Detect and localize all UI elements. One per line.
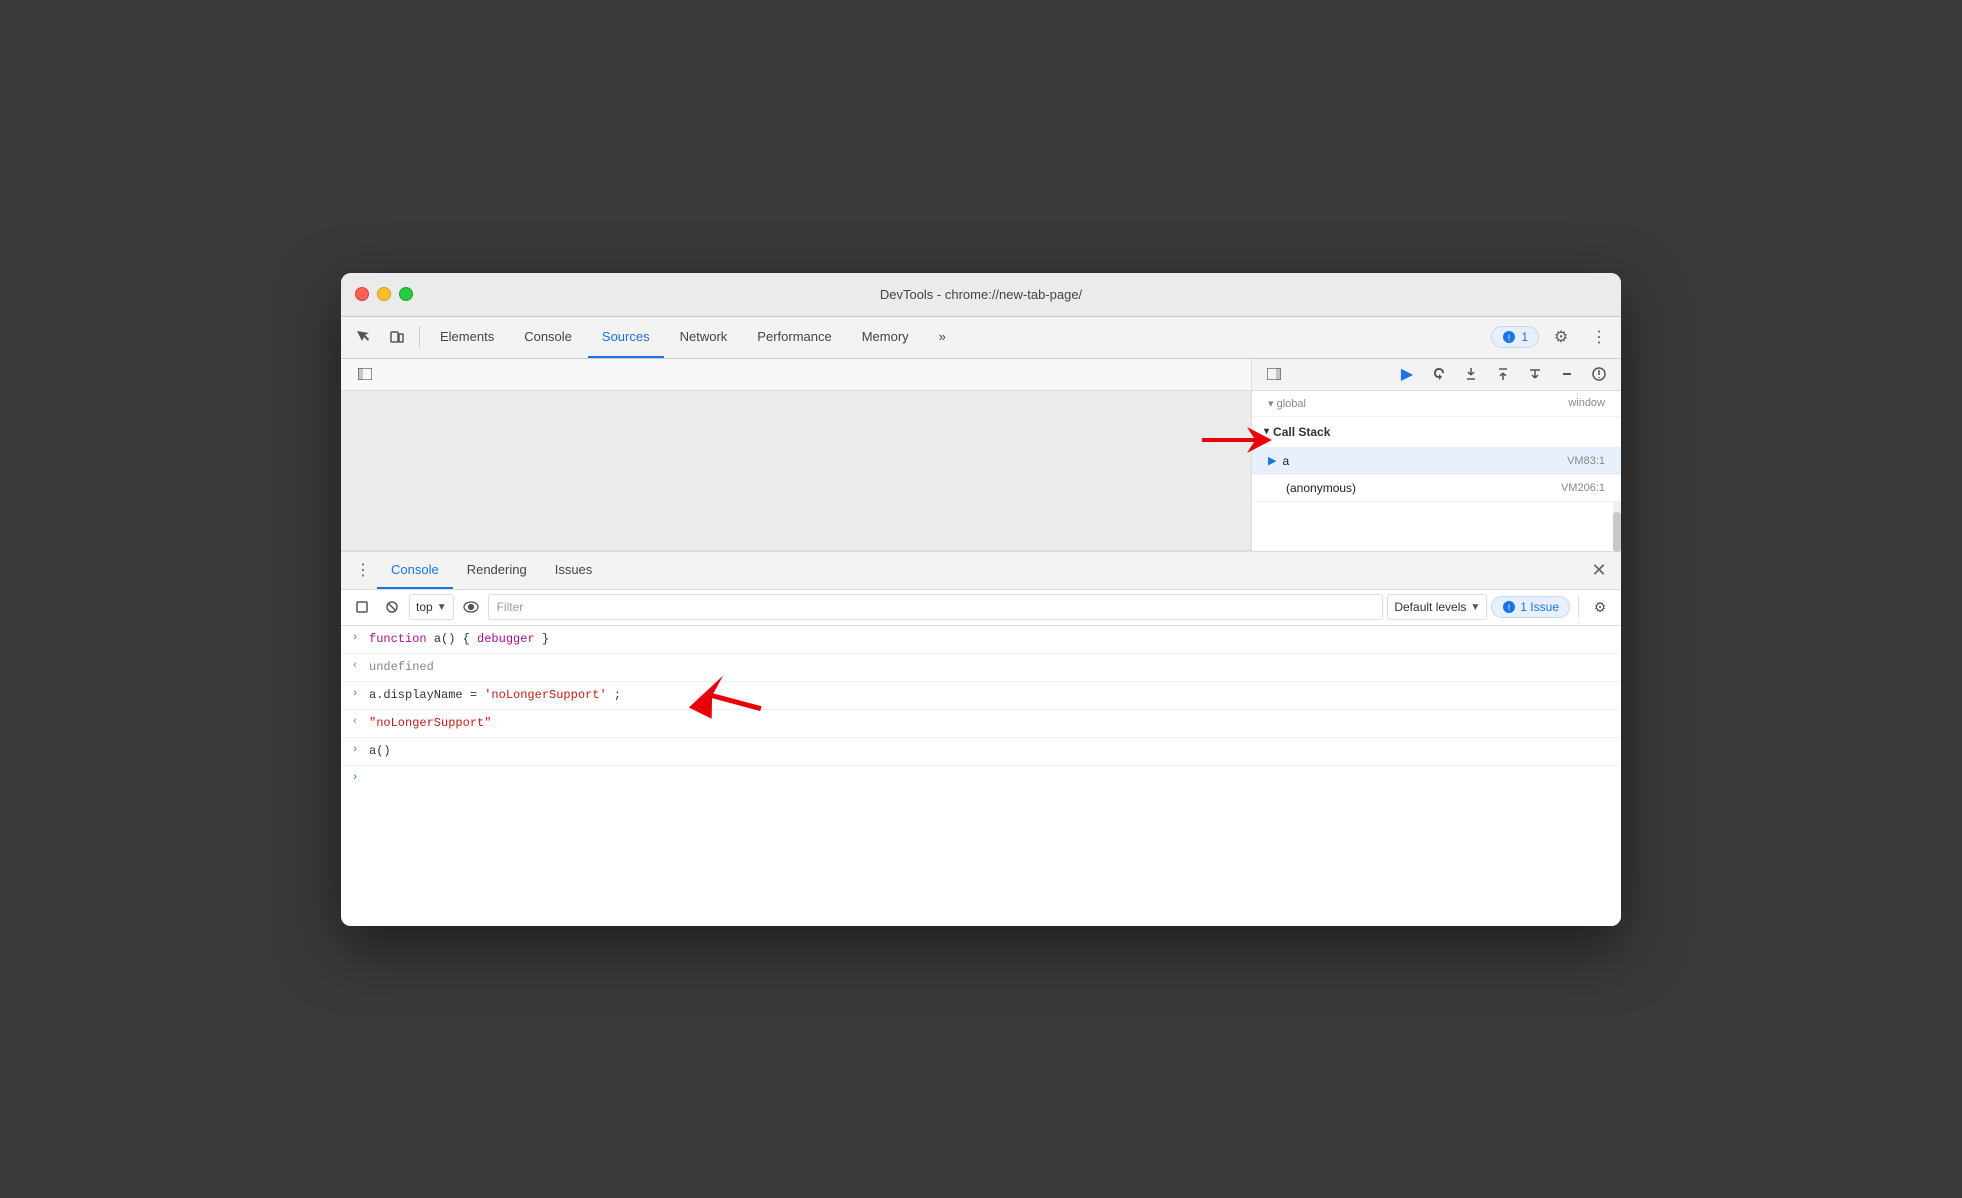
sources-panel: [341, 359, 1251, 551]
console-input[interactable]: [369, 770, 1613, 790]
input-arrow-1: ›: [341, 630, 369, 644]
devtools-window: DevTools - chrome://new-tab-page/ Elemen…: [341, 273, 1621, 926]
settings-icon[interactable]: ⚙: [1545, 321, 1577, 353]
call-stack-section: ▾ Call Stack: [1252, 417, 1621, 448]
issues-badge[interactable]: ! 1: [1491, 326, 1539, 348]
console-toolbar-divider: [1578, 596, 1579, 618]
tab-memory[interactable]: Memory: [848, 316, 923, 358]
console-block-btn[interactable]: [379, 594, 405, 620]
deactivate-breakpoints-btn[interactable]: [1553, 360, 1581, 388]
show-navigator-icon[interactable]: [349, 358, 381, 390]
console-output: › function a() { debugger } ‹ undefined …: [341, 626, 1621, 926]
console-line-3: › a.displayName = 'noLongerSupport' ;: [341, 682, 1621, 710]
editor-area: [341, 391, 1251, 551]
debug-toolbar: ▶: [1252, 359, 1621, 391]
device-mode-icon[interactable]: [381, 321, 413, 353]
console-close-btn[interactable]: ✕: [1585, 556, 1613, 584]
devtools-body: Elements Console Sources Network Perform…: [341, 317, 1621, 926]
console-eye-btn[interactable]: [458, 594, 484, 620]
maximize-button[interactable]: [399, 287, 413, 301]
input-arrow-5: ›: [341, 742, 369, 756]
svg-text:!: !: [1508, 333, 1511, 343]
console-line-content-3: a.displayName = 'noLongerSupport' ;: [369, 686, 1613, 704]
sources-main: ▶: [341, 359, 1621, 551]
console-toolbar: top ▼ Default levels ▼ ! 1 Issue: [341, 590, 1621, 626]
console-filter-input[interactable]: [488, 594, 1384, 620]
tab-sources[interactable]: Sources: [588, 316, 664, 358]
console-tabs-bar: ⋮ Console Rendering Issues ✕: [341, 552, 1621, 590]
call-stack-row-anon[interactable]: (anonymous) VM206:1: [1252, 475, 1621, 502]
pause-exceptions-btn[interactable]: [1585, 360, 1613, 388]
toolbar-right: ! 1 ⚙ ⋮: [1491, 321, 1615, 353]
console-prompt[interactable]: ›: [341, 766, 1621, 794]
minimize-button[interactable]: [377, 287, 391, 301]
step-into-btn[interactable]: [1457, 360, 1485, 388]
context-selector[interactable]: top ▼: [409, 594, 454, 620]
traffic-lights: [355, 287, 413, 301]
console-settings-btn[interactable]: ⚙: [1587, 594, 1613, 620]
devtools-toolbar: Elements Console Sources Network Perform…: [341, 317, 1621, 359]
title-bar: DevTools - chrome://new-tab-page/: [341, 273, 1621, 317]
output-arrow-4: ‹: [341, 714, 369, 728]
resume-btn[interactable]: ▶: [1393, 360, 1421, 388]
console-line-4: ‹ "noLongerSupport": [341, 710, 1621, 738]
step-btn[interactable]: [1521, 360, 1549, 388]
toolbar-divider-1: [419, 326, 420, 348]
console-tab-console[interactable]: Console: [377, 551, 453, 589]
tab-more[interactable]: »: [925, 316, 960, 358]
scrollbar-track: [1613, 502, 1621, 551]
svg-text:!: !: [1508, 603, 1511, 613]
close-button[interactable]: [355, 287, 369, 301]
console-line-1: › function a() { debugger }: [341, 626, 1621, 654]
active-frame-arrow: ▶: [1268, 454, 1276, 467]
sources-top-toolbar: [341, 359, 1251, 391]
show-navigator-btn[interactable]: [1260, 360, 1288, 388]
console-clear-btn[interactable]: [349, 594, 375, 620]
tab-elements[interactable]: Elements: [426, 316, 508, 358]
tab-performance[interactable]: Performance: [743, 316, 845, 358]
customize-icon[interactable]: ⋮: [1583, 321, 1615, 353]
console-menu-dots[interactable]: ⋮: [349, 556, 377, 584]
console-line-content-5: a(): [369, 742, 1613, 760]
tab-network[interactable]: Network: [666, 316, 742, 358]
console-line-content-2: undefined: [369, 658, 1613, 676]
tab-console[interactable]: Console: [510, 316, 586, 358]
debugger-panel: ▶: [1251, 359, 1621, 551]
default-levels-selector[interactable]: Default levels ▼: [1387, 594, 1487, 620]
step-out-btn[interactable]: [1489, 360, 1517, 388]
global-row: ▾ global window: [1252, 391, 1621, 417]
console-panel: ⋮ Console Rendering Issues ✕: [341, 551, 1621, 926]
console-line-content-4: "noLongerSupport": [369, 714, 1613, 732]
console-issues-btn[interactable]: ! 1 Issue: [1491, 596, 1570, 618]
debugger-scrollable: [1252, 502, 1621, 551]
prompt-arrow: ›: [341, 770, 369, 784]
scrollbar-thumb[interactable]: [1613, 512, 1621, 552]
call-stack-header[interactable]: ▾ Call Stack: [1252, 417, 1621, 448]
step-over-btn[interactable]: [1425, 360, 1453, 388]
window-title: DevTools - chrome://new-tab-page/: [880, 287, 1082, 302]
console-tab-rendering[interactable]: Rendering: [453, 551, 541, 589]
input-arrow-3: ›: [341, 686, 369, 700]
console-tab-issues[interactable]: Issues: [541, 551, 607, 589]
console-line-content-1: function a() { debugger }: [369, 630, 1613, 648]
inspect-icon[interactable]: [347, 321, 379, 353]
output-arrow-2: ‹: [341, 658, 369, 672]
console-line-5: › a(): [341, 738, 1621, 766]
call-stack-row-a[interactable]: ▶ a VM83:1: [1252, 448, 1621, 475]
console-line-2: ‹ undefined: [341, 654, 1621, 682]
